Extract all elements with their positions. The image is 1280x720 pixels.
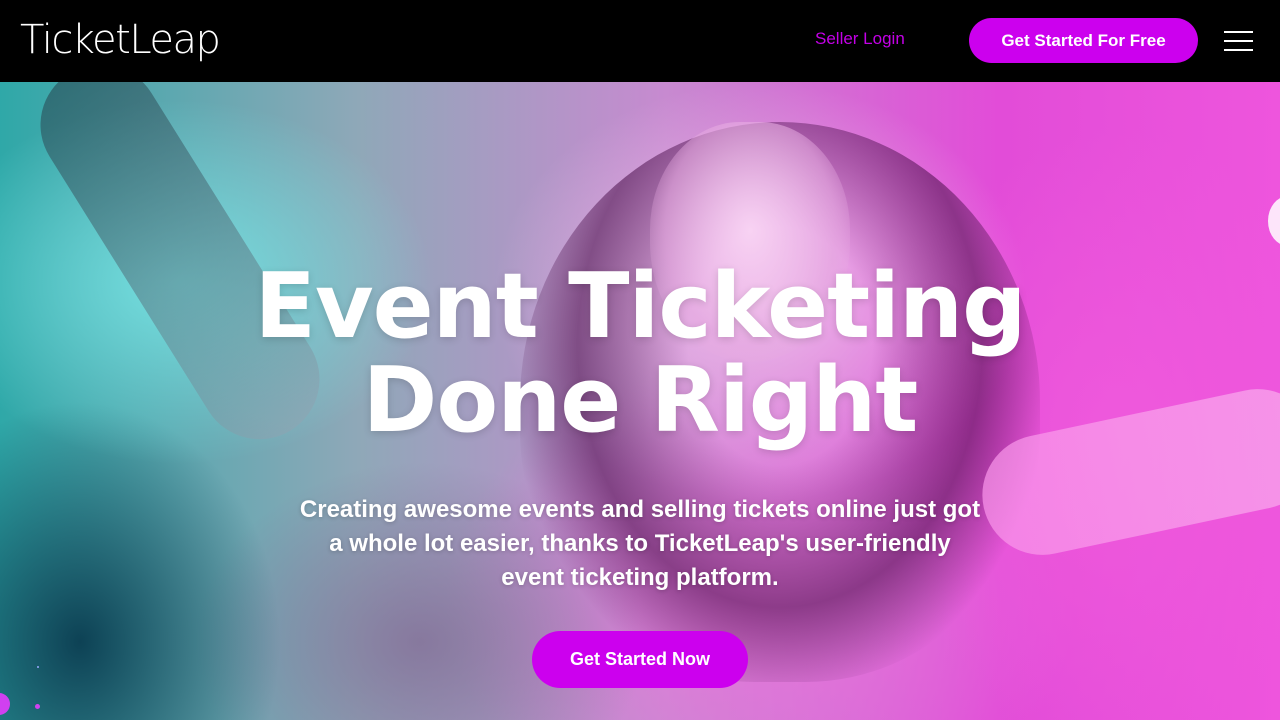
- menu-bar: [1224, 49, 1253, 51]
- get-started-free-button[interactable]: Get Started For Free: [969, 18, 1198, 63]
- carousel-edge-indicator: [1268, 196, 1280, 246]
- site-header: TicketLeap Seller Login Get Started For …: [0, 0, 1280, 82]
- hero-section: Event Ticketing Done Right Creating awes…: [0, 82, 1280, 720]
- hero-title-line-1: Event Ticketing: [254, 254, 1026, 359]
- decorative-dot: [35, 704, 40, 709]
- hero-subtitle: Creating awesome events and selling tick…: [299, 496, 981, 591]
- hero-content: Event Ticketing Done Right Creating awes…: [0, 260, 1280, 595]
- seller-login-link[interactable]: Seller Login: [815, 29, 905, 49]
- menu-bar: [1224, 31, 1253, 33]
- ticketleap-logo[interactable]: TicketLeap: [20, 14, 221, 66]
- decorative-dot: [0, 693, 10, 715]
- decorative-dot: [37, 666, 39, 668]
- get-started-now-button[interactable]: Get Started Now: [532, 631, 748, 688]
- hamburger-menu-icon[interactable]: [1222, 29, 1254, 53]
- menu-bar: [1224, 40, 1253, 42]
- hero-title: Event Ticketing Done Right: [240, 260, 1040, 448]
- hero-title-line-2: Done Right: [362, 348, 919, 453]
